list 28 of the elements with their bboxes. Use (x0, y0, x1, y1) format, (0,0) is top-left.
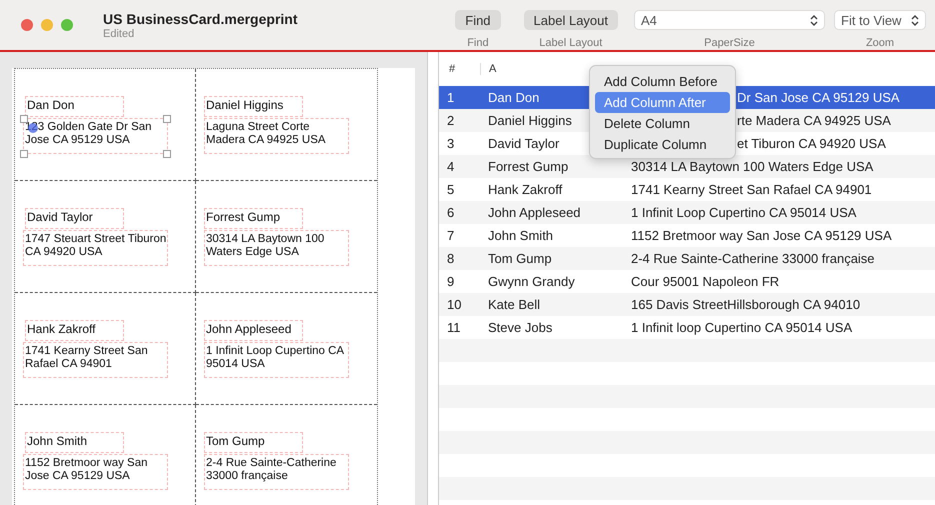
table-cell: rte Madera CA 94925 USA (737, 113, 891, 128)
table-cell: Cour 95001 Napoleon FR (631, 274, 780, 289)
table-cell: Forrest Gump (488, 159, 568, 174)
table-cell: John Appleseed (488, 205, 581, 220)
document-status: Edited (103, 28, 136, 40)
table-cell: Steve Jobs (488, 320, 552, 335)
toolbar-caption: Find (467, 37, 489, 49)
table-cell: 165 Davis StreetHillsborough CA 94010 (631, 297, 860, 312)
table-cell: Gwynn Grandy (488, 274, 575, 289)
table-cell: Tom Gump (488, 251, 552, 266)
table-cell: 30314 LA Baytown 100 Waters Edge USA (631, 159, 874, 174)
table-cell: 1741 Kearny Street San Rafael CA 94901 (631, 182, 872, 197)
table-cell: John Smith (488, 228, 554, 243)
toolbar-caption: Zoom (866, 37, 894, 49)
table-cell: Kate Bell (488, 297, 540, 312)
table-cell: Hank Zakroff (488, 182, 562, 197)
table-cell: Dan Don (488, 90, 540, 105)
table-cell: Daniel Higgins (488, 113, 572, 128)
table-cell: 2-4 Rue Sainte-Catherine 33000 française (631, 251, 875, 266)
table-cell: Dr San Jose CA 95129 USA (737, 90, 900, 105)
table-cell: 1 Infinit loop Cupertino CA 95014 USA (631, 320, 852, 335)
table-cell: 1 Infinit Loop Cupertino CA 95014 USA (631, 205, 856, 220)
toolbar-caption: PaperSize (704, 37, 755, 49)
window-title: US BusinessCard.mergeprint (103, 11, 298, 27)
table-cell: 1152 Bretmoor way San Jose CA 95129 USA (631, 228, 892, 243)
toolbar-caption: Label Layout (539, 37, 602, 49)
table-cell: et Tiburon CA 94920 USA (737, 136, 886, 151)
table-cell: David Taylor (488, 136, 560, 151)
